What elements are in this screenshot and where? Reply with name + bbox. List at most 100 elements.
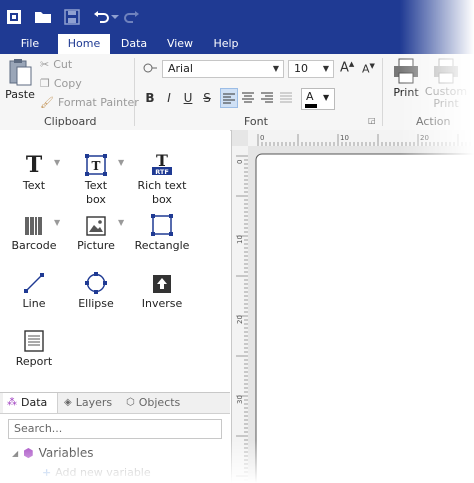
ruler-label-v0: 0	[236, 160, 244, 164]
tab-help[interactable]: Help	[207, 34, 245, 54]
redo-icon[interactable]	[122, 6, 142, 28]
chevron-down-icon[interactable]: ▼	[54, 218, 60, 227]
chevron-down-icon: ▼	[322, 64, 329, 73]
divider	[382, 58, 383, 126]
tab-view[interactable]: View	[160, 34, 200, 54]
ruler-label-h20: 20	[420, 134, 429, 142]
line-tool[interactable]: Line	[4, 268, 64, 311]
picture-icon	[86, 216, 106, 236]
toolbox-panel: T Text ▼ T Text box ▼ T RTF Rich text box…	[0, 130, 230, 392]
inverse-icon	[153, 275, 171, 293]
color-swatch	[305, 104, 317, 108]
justify-button[interactable]	[277, 88, 295, 108]
tab-home[interactable]: Home	[58, 34, 110, 54]
label-page[interactable]	[255, 153, 474, 483]
inverse-tool-label: Inverse	[141, 297, 183, 310]
data-panel: ⁂ Data ◈ Layers ⬡ Objects Search... ◢ ⬢ …	[0, 392, 230, 483]
ellipse-icon	[85, 272, 107, 294]
tree-variables[interactable]: ◢ ⬢ Variables	[12, 446, 93, 460]
undo-icon[interactable]	[90, 6, 112, 28]
clipboard-group-label: Clipboard	[44, 115, 97, 128]
barcode-tool-label: Barcode	[11, 239, 57, 252]
justify-icon	[280, 92, 292, 103]
align-center-button[interactable]	[239, 88, 257, 108]
text-box-tool[interactable]: T Text box	[66, 150, 126, 207]
rectangle-tool[interactable]: Rectangle	[132, 210, 192, 253]
printer-icon	[434, 58, 458, 84]
design-canvas[interactable]: 0 10 20 0 10 20 30	[232, 130, 474, 483]
plus-icon: +	[42, 466, 52, 479]
font-picker-icon	[142, 62, 158, 77]
underline-button[interactable]: U	[179, 88, 197, 108]
collapse-triangle-icon[interactable]: ◢	[12, 449, 18, 458]
barcode-icon	[25, 217, 42, 235]
paste-button[interactable]: Paste	[4, 58, 36, 104]
tab-file[interactable]: File	[10, 34, 50, 54]
print-label: Print	[393, 86, 419, 99]
italic-button[interactable]: I	[160, 88, 178, 108]
align-right-icon	[261, 92, 273, 103]
text-tool[interactable]: T Text	[4, 150, 64, 193]
rtf-badge: RTF	[155, 168, 169, 176]
rich-text-icon: TRTF	[152, 152, 172, 176]
ruler-corner	[232, 130, 248, 146]
brush-icon: 🖌	[40, 96, 54, 109]
title-bar	[0, 0, 474, 34]
chevron-down-icon[interactable]: ▼	[118, 158, 124, 167]
action-group-label: Action	[416, 115, 451, 128]
font-family-value: Arial	[168, 62, 193, 75]
align-right-button[interactable]	[258, 88, 276, 108]
chevron-down-icon: ▼	[323, 93, 330, 102]
ribbon: Paste ✂ Cut ❐ Copy 🖌 Format Painter Clipboa…	[0, 54, 474, 131]
vertical-ruler	[232, 146, 248, 483]
rectangle-icon	[151, 214, 173, 236]
chevron-down-icon[interactable]: ▼	[54, 158, 60, 167]
strikethrough-button[interactable]: S	[198, 88, 216, 108]
format-painter-button[interactable]: 🖌 Format Painter	[40, 96, 139, 109]
divider	[134, 58, 135, 126]
bold-button[interactable]: B	[141, 88, 159, 108]
align-left-button[interactable]	[220, 88, 238, 108]
rich-text-box-tool[interactable]: T RTF Rich text box	[132, 150, 192, 207]
report-icon	[24, 330, 44, 352]
cut-button[interactable]: ✂ Cut	[40, 58, 72, 71]
rich-text-box-tool-label: Rich text box	[137, 179, 187, 206]
chevron-down-icon[interactable]: ▼	[118, 218, 124, 227]
text-tool-label: Text	[22, 179, 46, 192]
undo-dropdown-icon[interactable]	[111, 6, 119, 28]
tab-data-label: Data	[21, 396, 48, 409]
save-icon[interactable]	[62, 6, 82, 28]
variables-label: Variables	[38, 446, 94, 460]
font-group-label: Font	[244, 115, 268, 128]
text-box-tool-label: Text box	[84, 179, 108, 206]
search-input[interactable]: Search...	[8, 419, 222, 439]
add-new-variable[interactable]: + Add new variable	[42, 466, 151, 479]
ruler-label-h0: 0	[260, 134, 264, 142]
rectangle-tool-label: Rectangle	[134, 239, 190, 252]
barcode-tool[interactable]: Barcode	[4, 210, 64, 253]
design-canvas-area[interactable]: 0 10 20 0 10 20 30	[231, 130, 474, 483]
ruler-label-v30: 30	[236, 395, 244, 404]
font-size-value: 10	[294, 62, 308, 75]
report-tool[interactable]: Report	[4, 326, 64, 369]
tab-data[interactable]: Data	[115, 34, 153, 54]
custom-print-button[interactable]: Custom Print	[424, 58, 468, 110]
paste-icon	[9, 59, 32, 86]
picture-tool[interactable]: Picture	[66, 210, 126, 253]
tab-objects[interactable]: ⬡ Objects	[126, 393, 180, 413]
tab-data-panel[interactable]: ⁂ Data	[3, 393, 58, 413]
grow-font-button[interactable]: A▲	[340, 60, 354, 75]
ellipse-tool[interactable]: Ellipse	[66, 268, 126, 311]
open-folder-icon[interactable]	[32, 6, 54, 28]
cut-label: Cut	[53, 58, 73, 71]
inverse-tool[interactable]: Inverse	[132, 268, 192, 311]
font-dialog-launcher-icon[interactable]: ◲	[368, 116, 376, 125]
font-color-button[interactable]: A ▼	[301, 88, 335, 110]
font-family-select[interactable]: Arial ▼	[162, 60, 284, 78]
copy-button[interactable]: ❐ Copy	[40, 77, 82, 90]
print-button[interactable]: Print	[388, 58, 424, 99]
shrink-font-button[interactable]: A▼	[362, 62, 375, 76]
app-icon	[4, 6, 24, 28]
font-size-select[interactable]: 10 ▼	[288, 60, 334, 78]
tab-layers[interactable]: ◈ Layers	[64, 393, 112, 413]
